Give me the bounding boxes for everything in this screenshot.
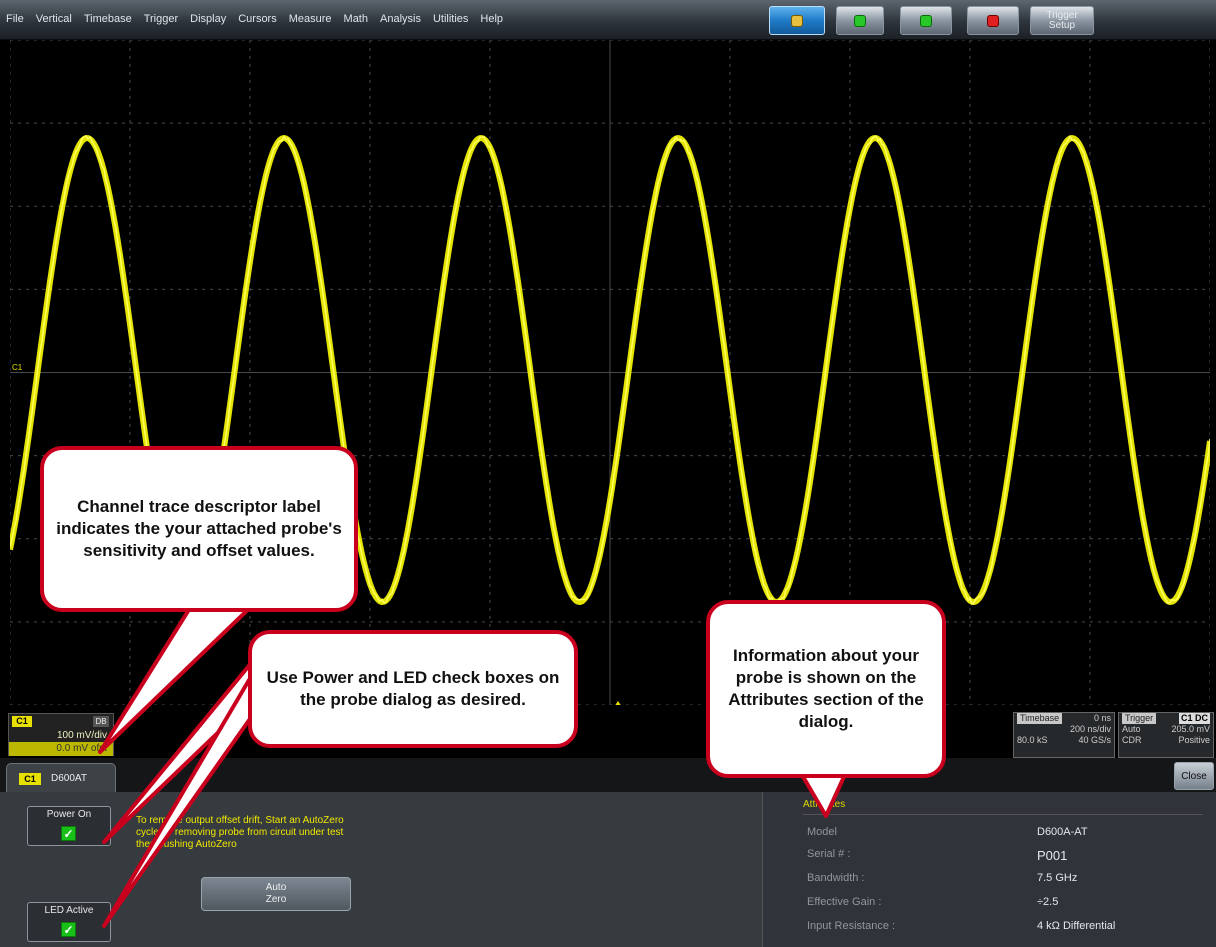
attributes-section: Attributes Model D600A-AT Serial # : P001 … [762,792,1216,947]
coupling-badge: DB [93,716,109,727]
probe-dialog: Power On ✓ LED Active ✓ To remove output… [0,792,1216,947]
trigger-descriptor[interactable]: Trigger C1 DC Auto 205.0 mV CDR Positive [1118,712,1214,758]
trigger-label: Trigger [1122,713,1156,724]
trigger-level: 205.0 mV [1171,724,1210,735]
single-acquisition-button[interactable] [900,6,952,35]
menu-math[interactable]: Math [344,13,368,25]
c1-ground-marker: C1 [12,363,23,372]
trigger-type: CDR [1122,735,1142,746]
trigger-position-marker [614,701,622,705]
menu-display[interactable]: Display [190,13,226,25]
timebase-rate: 40 GS/s [1078,735,1111,746]
attribute-key: Model [807,826,837,838]
led-active-checkbox[interactable]: LED Active ✓ [27,902,111,942]
auto-setup-icon [791,15,803,27]
led-active-label: LED Active [28,903,110,916]
tab-channel-badge: C1 [19,773,41,785]
menu-utilities[interactable]: Utilities [433,13,468,25]
attribute-value: ÷2.5 [1037,896,1058,908]
timebase-delay: 0 ns [1094,713,1111,724]
menu-help[interactable]: Help [480,13,503,25]
attribute-key: Input Resistance : [807,920,895,932]
autozero-label-2: Zero [202,894,350,906]
attribute-key: Bandwidth : [807,872,864,884]
attribute-value: D600A-AT [1037,826,1088,838]
stop-icon [987,15,999,27]
menu-analysis[interactable]: Analysis [380,13,421,25]
menu-bar: File Vertical Timebase Trigger Display C… [0,0,1216,40]
trigger-source: C1 DC [1179,713,1210,724]
trigger-mode: Auto [1122,724,1141,735]
menu-vertical[interactable]: Vertical [36,13,72,25]
attributes-divider [803,814,1203,815]
power-on-checkmark-icon: ✓ [61,826,76,841]
tab-probe-name: D600AT [51,773,87,784]
menu-cursors[interactable]: Cursors [238,13,277,25]
acquire-icon [854,15,866,27]
volts-per-div: 100 mV/div [57,730,107,741]
menu-trigger[interactable]: Trigger [144,13,178,25]
autozero-help-text: To remove output offset drift, Start an … [136,815,356,851]
autozero-label-1: Auto [202,882,350,894]
channel-badge: C1 [12,716,32,727]
led-active-checkmark-icon: ✓ [61,922,76,937]
single-acquire-icon [920,15,932,27]
trigger-setup-button[interactable]: Trigger Setup [1030,6,1094,35]
main-menu: File Vertical Timebase Trigger Display C… [6,13,503,25]
attribute-value: P001 [1037,848,1067,863]
menu-file[interactable]: File [6,13,24,25]
power-on-checkbox[interactable]: Power On ✓ [27,806,111,846]
auto-setup-button[interactable] [769,6,825,35]
timebase-samples: 80.0 kS [1017,735,1048,746]
power-led-callout: Use Power and LED check boxes on the pro… [248,630,578,748]
attributes-callout: Information about your probe is shown on… [706,600,946,778]
attributes-title: Attributes [803,799,845,810]
tab-probe-d600at[interactable]: C1 D600AT [6,763,116,793]
menu-measure[interactable]: Measure [289,13,332,25]
attribute-value: 7.5 GHz [1037,872,1077,884]
attribute-key: Serial # : [807,848,850,860]
power-on-label: Power On [28,807,110,820]
channel-trace-descriptor[interactable]: C1 DB 100 mV/div 0.0 mV ofst [8,713,114,756]
descriptor-callout: Channel trace descriptor label indicates… [40,446,358,612]
menu-timebase[interactable]: Timebase [84,13,132,25]
timebase-label: Timebase [1017,713,1062,724]
timebase-tdiv: 200 ns/div [1070,724,1111,735]
dialog-tab-strip: C1 D600AT [0,758,1216,792]
close-button[interactable]: Close [1174,762,1214,790]
stop-acquisition-button[interactable] [967,6,1019,35]
trigger-slope: Positive [1178,735,1210,746]
acquisition-mode-button[interactable] [836,6,884,35]
attribute-value: 4 kΩ Differential [1037,920,1115,932]
autozero-button[interactable]: Auto Zero [201,877,351,911]
trigger-setup-label-2: Setup [1031,21,1093,31]
timebase-descriptor[interactable]: Timebase 0 ns 200 ns/div 80.0 kS 40 GS/s [1013,712,1115,758]
attribute-key: Effective Gain : [807,896,881,908]
offset-value: 0.0 mV ofst [9,742,113,756]
